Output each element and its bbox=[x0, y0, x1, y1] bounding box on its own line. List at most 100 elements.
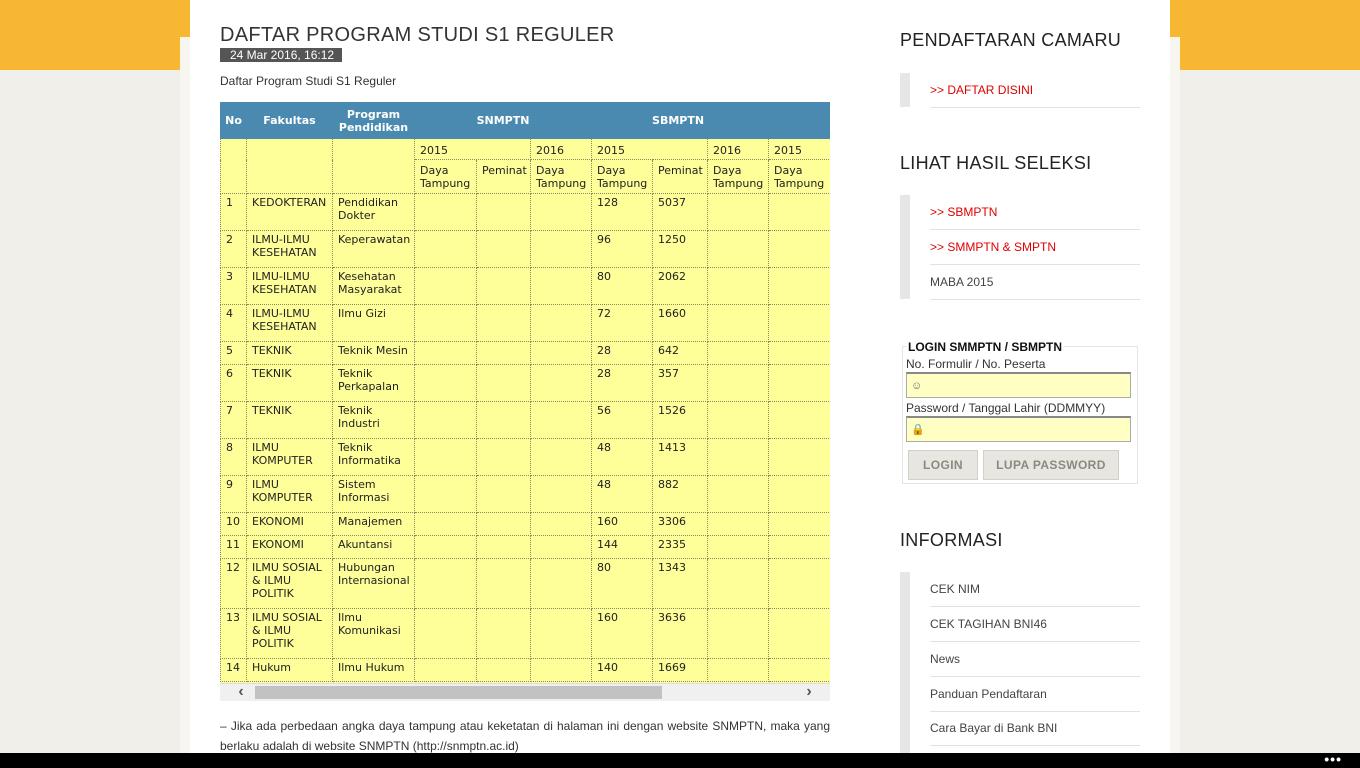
cell-empty bbox=[529, 364, 593, 402]
cell-program: Akuntansi bbox=[332, 535, 415, 559]
cell-empty bbox=[707, 304, 770, 342]
horizontal-scrollbar[interactable]: ‹ › bbox=[220, 683, 830, 701]
header-sbmptn: SBMPTN bbox=[591, 102, 830, 139]
year-cell: 2015 bbox=[414, 138, 531, 160]
more-icon[interactable]: ••• bbox=[1324, 752, 1342, 766]
cell-empty bbox=[414, 512, 477, 536]
password-field-label: Password / Tanggal Lahir (DDMMYY) bbox=[906, 401, 1106, 415]
sbmptn-link[interactable]: >> SBMPTN bbox=[930, 195, 1140, 230]
cell-peminat: 5037 bbox=[652, 193, 709, 231]
cell-no: 6 bbox=[220, 364, 247, 402]
blank-cell bbox=[332, 138, 415, 194]
cell-no: 2 bbox=[220, 230, 247, 268]
cell-empty bbox=[768, 512, 830, 536]
login-legend: LOGIN SMMPTN / SBMPTN bbox=[906, 340, 1064, 354]
cell-no: 13 bbox=[220, 608, 247, 659]
cell-fakultas: ILMU SOSIAL & ILMU POLITIK bbox=[246, 558, 333, 609]
header-snmptn: SNMPTN bbox=[413, 102, 593, 139]
cell-empty bbox=[414, 608, 477, 659]
cell-empty bbox=[707, 193, 770, 231]
cell-empty bbox=[768, 267, 830, 305]
cell-empty bbox=[768, 558, 830, 609]
subheader-cell: Peminat bbox=[476, 159, 531, 194]
cell-empty bbox=[476, 304, 531, 342]
cell-empty bbox=[768, 341, 830, 365]
subheader-cell: Daya Tampung bbox=[529, 159, 593, 194]
cek-tagihan-link[interactable]: CEK TAGIHAN BNI46 bbox=[930, 607, 1140, 642]
table-row: 6 TEKNIK Teknik Perkapalan 28 357 bbox=[220, 364, 830, 402]
cell-empty bbox=[529, 558, 593, 609]
side-accent-bar bbox=[900, 73, 910, 107]
cell-no: 1 bbox=[220, 193, 247, 231]
cell-empty bbox=[707, 558, 770, 609]
table-row: 14 Hukum Ilmu Hukum 140 1669 bbox=[220, 658, 830, 682]
date-badge: 24 Mar 2016, 16:12 bbox=[220, 48, 343, 62]
smmptn-smptn-link[interactable]: >> SMMPTN & SMPTN bbox=[930, 230, 1140, 265]
cell-empty bbox=[768, 193, 830, 231]
cell-daya-tampung: 96 bbox=[591, 230, 654, 268]
scroll-left-arrow-icon[interactable]: ‹ bbox=[224, 684, 258, 701]
cell-empty bbox=[414, 304, 477, 342]
panduan-link[interactable]: Panduan Pendaftaran bbox=[930, 677, 1140, 712]
header-fakultas: Fakultas bbox=[246, 102, 333, 139]
program-table-scroller[interactable]: No Fakultas Program Pendidikan SNMPTN SB… bbox=[220, 102, 830, 683]
cell-program: Kesehatan Masyarakat bbox=[332, 267, 415, 305]
cell-peminat: 3306 bbox=[652, 512, 709, 536]
cell-no: 3 bbox=[220, 267, 247, 305]
login-button[interactable]: LOGIN bbox=[908, 450, 978, 480]
cell-empty bbox=[529, 608, 593, 659]
maba-2015-link[interactable]: MABA 2015 bbox=[930, 265, 1140, 300]
blank-cell bbox=[246, 138, 333, 194]
cell-empty bbox=[707, 658, 770, 682]
cell-peminat: 2335 bbox=[652, 535, 709, 559]
pendaftaran-heading: PENDAFTARAN CAMARU bbox=[900, 30, 1122, 50]
cell-empty bbox=[707, 341, 770, 365]
table-row: 11 EKONOMI Akuntansi 144 2335 bbox=[220, 535, 830, 559]
cell-program: Ilmu Komunikasi bbox=[332, 608, 415, 659]
cell-empty bbox=[529, 658, 593, 682]
informasi-heading: INFORMASI bbox=[900, 530, 1003, 550]
cell-fakultas: EKONOMI bbox=[246, 512, 333, 536]
table-row: 12 ILMU SOSIAL & ILMU POLITIK Hubungan Int… bbox=[220, 558, 830, 609]
table-header-row: No Fakultas Program Pendidikan SNMPTN SB… bbox=[220, 102, 830, 139]
scroll-right-arrow-icon[interactable]: › bbox=[792, 684, 826, 701]
news-link[interactable]: News bbox=[930, 642, 1140, 677]
cell-empty bbox=[707, 608, 770, 659]
table-row: 4 ILMU-ILMU KESEHATAN Ilmu Gizi 72 1660 bbox=[220, 304, 830, 342]
lupa-password-button[interactable]: LUPA PASSWORD bbox=[983, 450, 1119, 480]
user-input[interactable]: ☺ bbox=[906, 372, 1131, 398]
table-row: 5 TEKNIK Teknik Mesin 28 642 bbox=[220, 341, 830, 365]
cell-daya-tampung: 56 bbox=[591, 401, 654, 439]
cell-daya-tampung: 140 bbox=[591, 658, 654, 682]
daftar-disini-link[interactable]: >> DAFTAR DISINI bbox=[930, 73, 1140, 108]
scrollbar-thumb[interactable] bbox=[255, 686, 662, 699]
cell-empty bbox=[476, 193, 531, 231]
cell-empty bbox=[768, 475, 830, 513]
article-note: – Jika ada perbedaan angka daya tampung … bbox=[220, 719, 830, 753]
side-accent-bar bbox=[900, 195, 910, 299]
cell-peminat: 642 bbox=[652, 341, 709, 365]
cell-no: 11 bbox=[220, 535, 247, 559]
side-accent-bar bbox=[900, 572, 910, 753]
cell-peminat: 1526 bbox=[652, 401, 709, 439]
cell-fakultas: ILMU-ILMU KESEHATAN bbox=[246, 304, 333, 342]
cell-empty bbox=[476, 535, 531, 559]
cell-empty bbox=[707, 512, 770, 536]
cell-program: Ilmu Gizi bbox=[332, 304, 415, 342]
cell-empty bbox=[476, 438, 531, 476]
cell-fakultas: ILMU KOMPUTER bbox=[246, 475, 333, 513]
cell-daya-tampung: 144 bbox=[591, 535, 654, 559]
hasil-seleksi-heading: LIHAT HASIL SELEKSI bbox=[900, 153, 1092, 173]
cell-empty bbox=[529, 512, 593, 536]
cell-empty bbox=[529, 438, 593, 476]
cell-no: 4 bbox=[220, 304, 247, 342]
cek-nim-link[interactable]: CEK NIM bbox=[930, 572, 1140, 607]
user-field-label: No. Formulir / No. Peserta bbox=[906, 357, 1046, 371]
password-input[interactable]: 🔒 bbox=[906, 416, 1131, 442]
cell-empty bbox=[476, 401, 531, 439]
cell-program: Sistem Informasi bbox=[332, 475, 415, 513]
cell-empty bbox=[768, 658, 830, 682]
cara-bayar-link[interactable]: Cara Bayar di Bank BNI bbox=[930, 711, 1140, 746]
taskbar: ••• bbox=[0, 752, 1360, 768]
cell-no: 8 bbox=[220, 438, 247, 476]
